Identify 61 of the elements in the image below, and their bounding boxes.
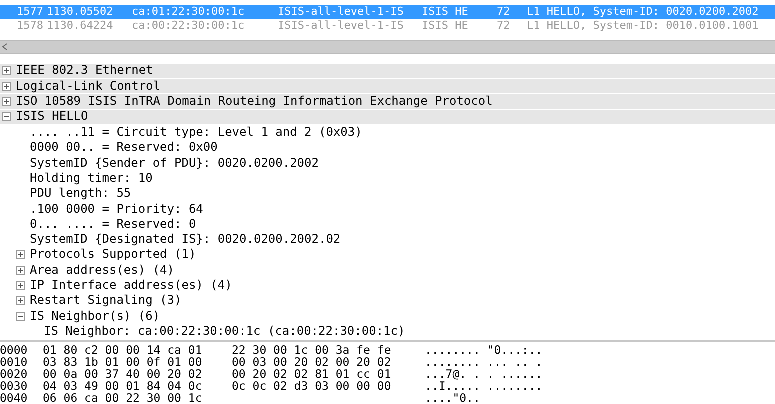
tree-item[interactable]: Protocols Supported (1) [30,247,196,262]
table-cell-text: ca:01:22:30:00:1c [132,5,246,19]
ascii-text: ...7@. . . ...... [425,368,543,380]
hex-bytes: 01 80 c2 00 00 14 ca 01 [43,344,204,356]
tree-item[interactable]: Logical-Link Control [16,78,160,94]
tree-item[interactable]: Area address(es) (4) [30,262,174,278]
collapse-icon[interactable] [2,112,11,122]
hex-bytes: 06 06 ca 00 22 30 00 1c [43,392,204,404]
tree-item[interactable]: SystemID {Sender of PDU}: 0020.0200.2002 [30,156,319,171]
table-cell-text: ISIS HE [422,5,470,19]
hex-offset: 0040 [0,392,29,404]
hex-bytes: 04 03 49 00 01 84 04 0c [43,380,204,392]
table-cell: L1 HELLO, System-ID: 0010.0100.1001 [527,19,759,33]
hex-bytes: 00 03 00 20 02 00 20 02 [232,356,392,368]
hex-offset: 0000 [0,344,29,356]
expand-icon[interactable] [16,250,25,260]
tree-item[interactable]: IEEE 802.3 Ethernet [16,63,154,78]
hex-offset: 0030 [0,380,29,392]
hex-bytes: 03 83 1b 01 00 0f 01 00 [43,356,204,368]
tree-item[interactable]: Holding timer: 10 [30,170,153,186]
table-cell-text: ISIS-all-level-1-IS [278,19,405,33]
horizontal-scrollbar[interactable] [0,40,775,54]
tree-item[interactable]: 0... .... = Reserved: 0 [30,216,196,232]
tree-item[interactable]: ISIS HELLO [16,109,88,124]
tree-item[interactable]: .... ..11 = Circuit type: Level 1 and 2 (0x03) [30,125,362,140]
expand-icon[interactable] [16,266,25,275]
expand-icon[interactable] [2,82,11,91]
expand-icon[interactable] [16,296,25,306]
expand-icon[interactable] [2,96,11,106]
scroll-left-icon[interactable] [2,42,8,51]
hex-offset: 0010 [0,356,29,368]
tree-item[interactable]: IS Neighbor(s) (6) [30,308,160,324]
tree-item[interactable]: 0000 00.. = Reserved: 0x00 [30,140,218,156]
tree-item[interactable]: .100 0000 = Priority: 64 [30,202,204,217]
table-cell-text: 1578 [16,19,44,33]
hex-offset: 0020 [0,368,29,380]
table-cell-text: ISIS-all-level-1-IS [278,5,405,19]
table-cell-text: 72 [497,5,512,19]
hex-bytes: 22 30 00 1c 00 3a fe fe [232,344,392,356]
hex-bytes: 00 20 02 02 81 01 cc 01 [232,368,392,380]
table-cell-text: ca:00:22:30:00:1c [132,19,246,33]
tree-item[interactable]: IS Neighbor: ca:00:22:30:00:1c (ca:00:22:30:00:1c) [44,324,406,339]
ascii-text: ........ "0...:.. [425,344,543,356]
collapse-icon[interactable] [16,312,25,321]
table-cell-text: 1130.64224 [47,19,114,33]
tree-item[interactable]: SystemID {Designated IS}: 0020.0200.2002.02 [30,232,341,248]
tree-item[interactable]: IP Interface address(es) (4) [30,278,232,293]
table-cell-text: 1130.05502 [47,5,114,19]
table-cell-text: 72 [497,19,512,33]
expand-icon[interactable] [2,66,11,76]
table-cell: L1 HELLO, System-ID: 0020.0200.2002 [527,5,759,19]
ascii-text: ...."0.. [425,392,480,404]
ascii-text: ........ ... .. . [425,356,543,368]
hex-bytes: 0c 0c 02 d3 03 00 00 00 [232,380,392,392]
table-cell-text: 1577 [16,5,44,19]
hex-bytes: 00 0a 00 37 40 00 20 02 [43,368,204,380]
tree-item[interactable]: Restart Signaling (3) [30,293,182,308]
ascii-text: ..I..... ........ [425,380,543,392]
expand-icon[interactable] [16,281,25,290]
table-cell-text: ISIS HE [422,19,470,33]
tree-item[interactable]: PDU length: 55 [30,186,132,202]
